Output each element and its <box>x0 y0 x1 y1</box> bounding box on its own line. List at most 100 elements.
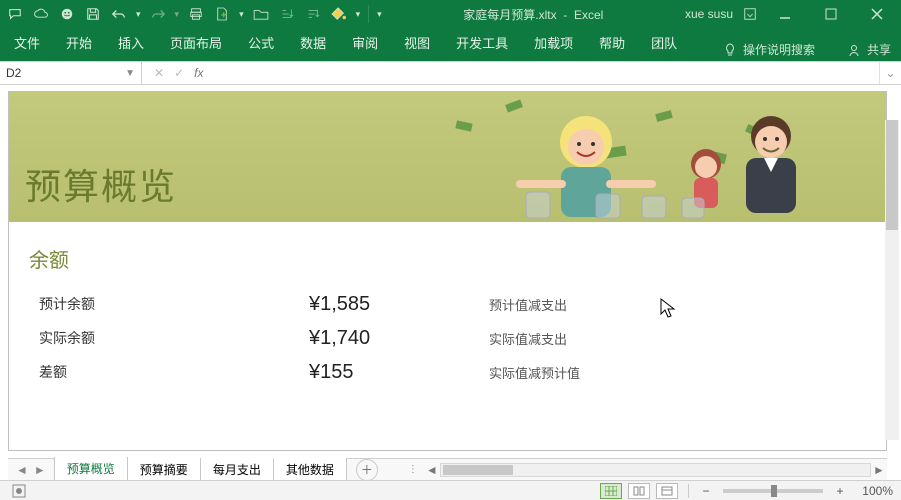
tab-help[interactable]: 帮助 <box>595 29 629 58</box>
status-bar: − + 100% <box>0 480 901 500</box>
ribbon-options-icon[interactable] <box>743 7 757 21</box>
tab-addins[interactable]: 加载项 <box>530 29 577 58</box>
row-value: ¥155 <box>309 361 489 384</box>
tab-review[interactable]: 审阅 <box>348 29 382 58</box>
balance-row: 差额 ¥155 实际值减预计值 <box>29 355 866 389</box>
header-banner: 预算概览 <box>9 92 886 222</box>
add-sheet-button[interactable]: ＋ <box>356 459 378 481</box>
expand-formula-bar-icon[interactable]: ⌄ <box>879 62 901 84</box>
name-box[interactable]: ▼ <box>0 62 142 84</box>
macro-record-icon[interactable] <box>12 484 26 498</box>
hscroll-right-icon[interactable]: ► <box>871 462 887 478</box>
sheet-tab-other[interactable]: 其他数据 <box>273 458 347 482</box>
family-illustration <box>446 92 866 222</box>
quick-print-icon[interactable] <box>187 5 205 23</box>
tell-me-search[interactable]: 操作说明搜索 <box>723 41 815 58</box>
close-button[interactable] <box>859 0 895 28</box>
row-value: ¥1,740 <box>309 327 489 350</box>
sort-desc-icon[interactable] <box>304 5 322 23</box>
vertical-scrollbar[interactable] <box>885 120 899 440</box>
zoom-level[interactable]: 100% <box>853 484 893 498</box>
cancel-edit-icon[interactable]: ✕ <box>154 66 164 80</box>
sort-asc-icon[interactable] <box>278 5 296 23</box>
fx-icon[interactable]: fx <box>194 66 211 80</box>
share-label: 共享 <box>867 41 891 58</box>
sheet-tab-expenses[interactable]: 每月支出 <box>200 458 274 482</box>
undo-dropdown-icon[interactable]: ▾ <box>136 9 141 20</box>
qat-customize-icon[interactable]: ▾ <box>377 9 382 20</box>
paint-bucket-icon[interactable] <box>330 5 348 23</box>
share-button[interactable]: 共享 <box>847 41 891 58</box>
title-bar: ▾ ▾ ▾ ▾ ▾ 家庭每月预算.xltx - Excel xue susu <box>0 0 901 28</box>
sheet-nav-next-icon[interactable]: ► <box>34 463 46 477</box>
share-icon <box>847 43 861 57</box>
smile-icon[interactable] <box>58 5 76 23</box>
sheet-tab-strip: ◄ ► 预算概览 预算摘要 每月支出 其他数据 ＋ ⋮ ◄ ► <box>8 458 887 480</box>
row-label: 差额 <box>29 362 309 382</box>
sheet-nav-prev-icon[interactable]: ◄ <box>16 463 28 477</box>
formula-input[interactable] <box>229 62 873 84</box>
minimize-button[interactable] <box>767 0 803 28</box>
save-icon[interactable] <box>84 5 102 23</box>
filename-label: 家庭每月预算.xltx <box>463 8 556 22</box>
lightbulb-icon <box>723 43 737 57</box>
page-title: 预算概览 <box>25 158 177 210</box>
row-label: 预计余额 <box>29 294 309 314</box>
scrollbar-thumb[interactable] <box>886 120 898 230</box>
balance-section: 余额 预计余额 ¥1,585 预计值减支出 实际余额 ¥1,740 实际值减支出… <box>9 222 886 399</box>
sheet-tab-overview[interactable]: 预算概览 <box>54 457 128 482</box>
name-box-input[interactable] <box>6 66 116 80</box>
hscroll-left-icon[interactable]: ◄ <box>424 462 440 478</box>
tab-file[interactable]: 文件 <box>10 29 44 58</box>
row-value: ¥1,585 <box>309 293 489 316</box>
open-file-icon[interactable] <box>252 5 270 23</box>
confirm-edit-icon[interactable]: ✓ <box>174 66 184 80</box>
row-desc: 实际值减预计值 <box>489 363 580 382</box>
window-title: 家庭每月预算.xltx - Excel <box>388 6 679 23</box>
horizontal-scrollbar[interactable]: ⋮ ◄ ► <box>408 462 887 478</box>
tab-pagelayout[interactable]: 页面布局 <box>166 29 226 58</box>
redo-icon[interactable] <box>149 5 167 23</box>
balance-row: 预计余额 ¥1,585 预计值减支出 <box>29 287 866 321</box>
sheet-nav-buttons: ◄ ► <box>8 463 54 477</box>
tab-view[interactable]: 视图 <box>400 29 434 58</box>
row-label: 实际余额 <box>29 328 309 348</box>
formula-bar: ▼ ✕ ✓ fx ⌄ <box>0 61 901 85</box>
tab-split-handle[interactable]: ⋮ <box>408 464 418 475</box>
zoom-slider-knob[interactable] <box>771 485 777 497</box>
chat-icon[interactable] <box>6 5 24 23</box>
undo-icon[interactable] <box>110 5 128 23</box>
tab-insert[interactable]: 插入 <box>114 29 148 58</box>
tab-home[interactable]: 开始 <box>62 29 96 58</box>
section-heading: 余额 <box>29 244 866 273</box>
formula-input-wrap <box>223 62 879 84</box>
tab-developer[interactable]: 开发工具 <box>452 29 512 58</box>
maximize-button[interactable] <box>813 0 849 28</box>
new-file-icon[interactable] <box>213 5 231 23</box>
view-pagebreak-button[interactable] <box>656 483 678 499</box>
zoom-in-button[interactable]: + <box>833 484 847 498</box>
new-dropdown-icon[interactable]: ▾ <box>239 9 244 20</box>
name-box-dropdown-icon[interactable]: ▼ <box>125 68 135 79</box>
view-pagelayout-button[interactable] <box>628 483 650 499</box>
zoom-slider[interactable] <box>723 489 823 493</box>
row-desc: 实际值减支出 <box>489 329 567 348</box>
redo-dropdown-icon[interactable]: ▾ <box>175 9 180 20</box>
cloud-icon[interactable] <box>32 5 50 23</box>
worksheet-view[interactable]: 预算概览 <box>8 91 887 451</box>
user-name[interactable]: xue susu <box>685 7 733 21</box>
tab-data[interactable]: 数据 <box>296 29 330 58</box>
tell-me-label: 操作说明搜索 <box>743 41 815 58</box>
zoom-out-button[interactable]: − <box>699 484 713 498</box>
tab-formulas[interactable]: 公式 <box>244 29 278 58</box>
app-label: Excel <box>574 8 603 22</box>
balance-row: 实际余额 ¥1,740 实际值减支出 <box>29 321 866 355</box>
fill-dropdown-icon[interactable]: ▾ <box>356 9 361 20</box>
sheet-tab-summary[interactable]: 预算摘要 <box>127 458 201 482</box>
row-desc: 预计值减支出 <box>489 295 567 314</box>
view-normal-button[interactable] <box>600 483 622 499</box>
quick-access-toolbar: ▾ ▾ ▾ ▾ ▾ <box>0 5 388 23</box>
hscroll-thumb[interactable] <box>443 465 513 475</box>
ribbon-tabs: 文件 开始 插入 页面布局 公式 数据 审阅 视图 开发工具 加载项 帮助 团队… <box>0 28 901 58</box>
tab-team[interactable]: 团队 <box>647 29 681 58</box>
